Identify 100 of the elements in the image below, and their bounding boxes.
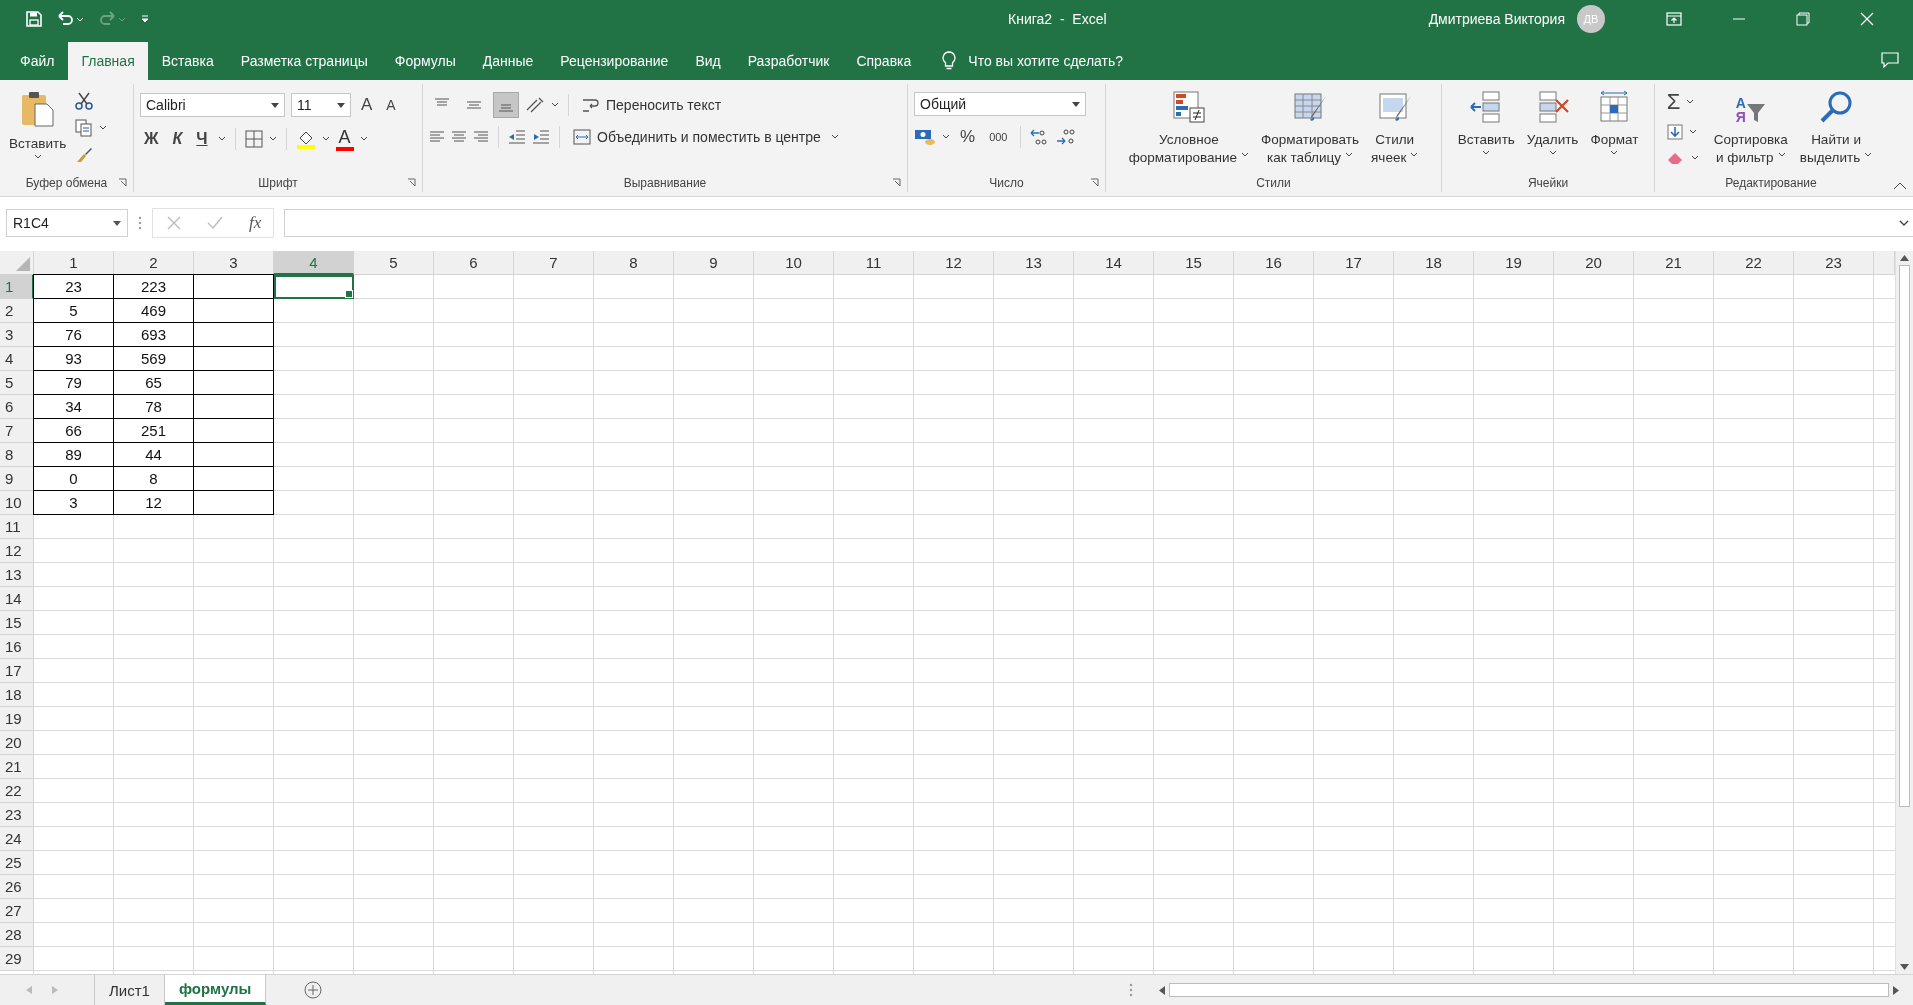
caret-icon[interactable]	[268, 136, 277, 142]
ribbon-tab[interactable]: Вид	[682, 42, 734, 80]
caret-icon[interactable]	[217, 136, 226, 142]
increase-font-button[interactable]: A	[357, 92, 377, 118]
row-header[interactable]: 1	[0, 275, 34, 299]
add-sheet-icon[interactable]	[304, 981, 323, 999]
vertical-scrollbar[interactable]	[1895, 251, 1913, 974]
fill-down-icon[interactable]	[1666, 124, 1683, 140]
ribbon-tab[interactable]: Вставка	[148, 42, 227, 80]
sheet-tab[interactable]: Лист1	[95, 975, 165, 1005]
ribbon-tab[interactable]: Данные	[469, 42, 547, 80]
column-header[interactable]: 16	[1234, 251, 1314, 275]
eraser-icon[interactable]	[1666, 150, 1685, 165]
caret-icon[interactable]	[1690, 154, 1699, 161]
font-size-dropdown[interactable]: 11	[291, 93, 351, 117]
row-header[interactable]: 15	[0, 611, 34, 635]
row-header[interactable]: 14	[0, 587, 34, 611]
row-header[interactable]: 16	[0, 635, 34, 659]
fill-color-icon[interactable]	[295, 129, 316, 149]
caret-icon[interactable]	[321, 136, 330, 142]
format-cells-button[interactable]: Формат	[1587, 86, 1642, 172]
row-header[interactable]: 19	[0, 707, 34, 731]
row-header[interactable]: 26	[0, 875, 34, 899]
currency-icon[interactable]	[914, 128, 936, 146]
sort-filter-button[interactable]: А Я Сортировка и фильтр	[1710, 86, 1791, 172]
row-header[interactable]: 20	[0, 731, 34, 755]
column-header[interactable]: 2	[114, 251, 194, 275]
name-box[interactable]: R1C4	[6, 209, 128, 237]
thousands-button[interactable]: 000	[985, 124, 1012, 150]
column-header[interactable]: 15	[1154, 251, 1234, 275]
insert-function-button[interactable]: fx	[249, 213, 262, 233]
row-header[interactable]: 29	[0, 947, 34, 971]
insert-cells-button[interactable]: Вставить	[1454, 86, 1518, 172]
borders-icon[interactable]	[244, 130, 263, 148]
close-icon[interactable]	[1860, 12, 1874, 26]
ribbon-display-icon[interactable]	[1666, 12, 1682, 26]
column-header[interactable]: 20	[1554, 251, 1634, 275]
collapse-ribbon-icon[interactable]	[1893, 182, 1907, 190]
undo-icon[interactable]	[56, 11, 84, 27]
number-format-dropdown[interactable]: Общий	[914, 92, 1086, 116]
column-header[interactable]: 19	[1474, 251, 1554, 275]
row-header[interactable]: 6	[0, 395, 34, 419]
increase-indent-icon[interactable]	[532, 129, 550, 145]
row-header[interactable]: 21	[0, 755, 34, 779]
table-cell[interactable]	[193, 490, 274, 515]
column-header[interactable]: 4	[274, 251, 354, 275]
decrease-indent-icon[interactable]	[508, 129, 526, 145]
row-header[interactable]: 11	[0, 515, 34, 539]
column-header[interactable]: 1	[34, 251, 114, 275]
italic-button[interactable]: К	[168, 126, 187, 152]
column-header[interactable]: 5	[354, 251, 434, 275]
scroll-up-icon[interactable]	[1900, 255, 1909, 261]
column-header[interactable]: 3	[194, 251, 274, 275]
format-as-table-button[interactable]: Форматировать как таблицу	[1258, 86, 1363, 172]
restore-icon[interactable]	[1796, 12, 1810, 26]
comment-icon[interactable]	[1881, 52, 1899, 68]
wrap-text-button[interactable]: Переносить текст	[578, 94, 726, 116]
scroll-left-icon[interactable]	[1159, 985, 1165, 995]
ribbon-tab[interactable]: Справка	[843, 42, 925, 80]
merge-center-button[interactable]: Объединить и поместить в центре	[569, 127, 825, 147]
dialog-launcher-icon[interactable]	[118, 178, 127, 187]
paste-button[interactable]: Вставить	[6, 86, 70, 172]
row-header[interactable]: 27	[0, 899, 34, 923]
font-color-button[interactable]: A	[335, 127, 354, 151]
row-header[interactable]: 22	[0, 779, 34, 803]
find-select-button[interactable]: Найти и выделить	[1796, 86, 1876, 172]
column-header[interactable]: 18	[1394, 251, 1474, 275]
conditional-formatting-button[interactable]: Условное форматирование	[1125, 86, 1253, 172]
expand-icon[interactable]	[1899, 220, 1909, 226]
tell-me-field[interactable]: Что вы хотите сделать?	[966, 52, 1171, 70]
decrease-decimal-icon[interactable]	[1056, 128, 1077, 146]
customize-caret-icon[interactable]	[140, 14, 150, 24]
column-header[interactable]: 23	[1794, 251, 1874, 275]
scroll-down-icon[interactable]	[1900, 964, 1909, 970]
dialog-launcher-icon[interactable]	[1090, 178, 1099, 187]
row-header[interactable]: 9	[0, 467, 34, 491]
table-cell[interactable]	[193, 274, 274, 299]
dialog-launcher-icon[interactable]	[892, 178, 901, 187]
caret-icon[interactable]	[942, 134, 950, 140]
row-header[interactable]: 3	[0, 323, 34, 347]
save-icon[interactable]	[26, 11, 42, 27]
column-header[interactable]: 12	[914, 251, 994, 275]
column-header[interactable]: 7	[514, 251, 594, 275]
column-header[interactable]: 11	[834, 251, 914, 275]
table-cell[interactable]: 23	[33, 274, 114, 299]
caret-icon[interactable]	[551, 102, 559, 108]
delete-cells-button[interactable]: Удалить	[1523, 86, 1582, 172]
percent-button[interactable]: %	[956, 124, 980, 150]
row-header[interactable]: 7	[0, 419, 34, 443]
row-header[interactable]: 25	[0, 851, 34, 875]
decrease-font-button[interactable]: A	[382, 92, 400, 118]
autosum-button[interactable]: Σ	[1666, 91, 1681, 114]
row-header[interactable]: 8	[0, 443, 34, 467]
font-name-dropdown[interactable]: Calibri	[140, 93, 285, 117]
row-header[interactable]: 24	[0, 827, 34, 851]
copy-icon[interactable]	[75, 119, 94, 137]
caret-icon[interactable]	[830, 134, 839, 140]
column-header[interactable]: 10	[754, 251, 834, 275]
scroll-thumb[interactable]	[1899, 265, 1910, 807]
row-header[interactable]: 17	[0, 659, 34, 683]
